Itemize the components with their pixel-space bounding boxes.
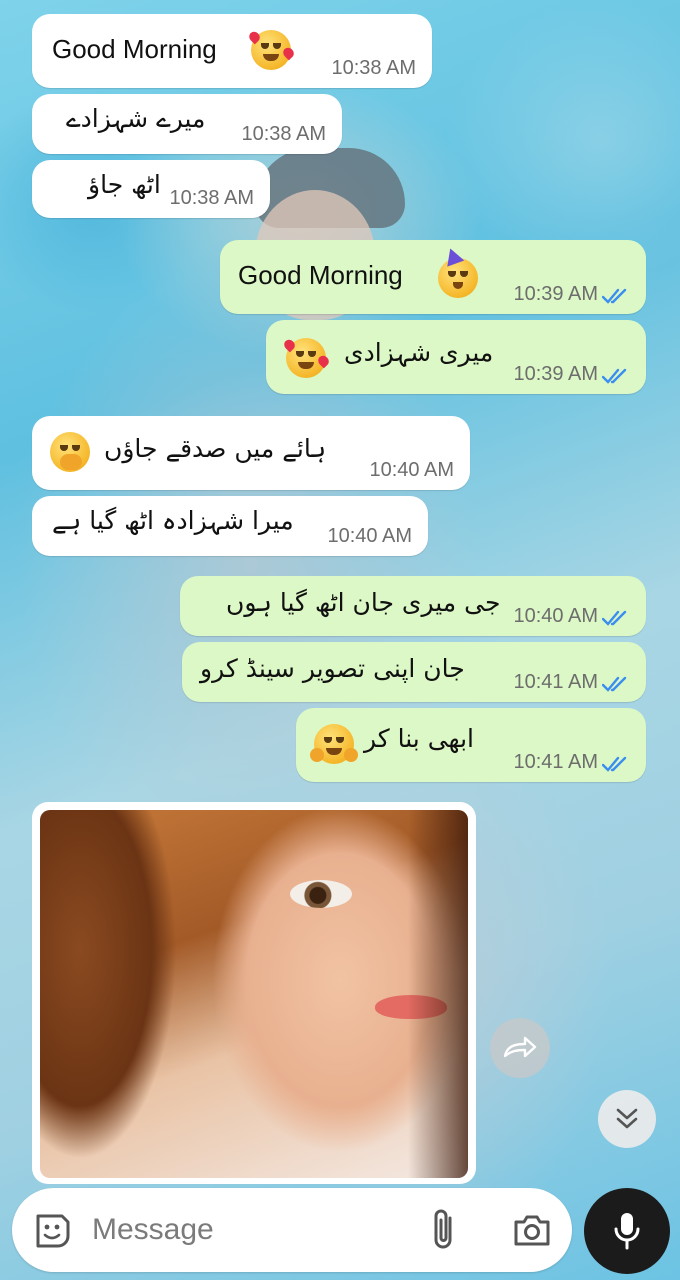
read-receipt-icon bbox=[602, 756, 627, 772]
message-incoming[interactable]: ہائے میں صدقے جاؤں 10:40 AM bbox=[32, 416, 470, 490]
message-text: ہائے میں صدقے جاؤں bbox=[104, 434, 327, 463]
microphone-icon bbox=[614, 1213, 640, 1250]
message-text: جی میری جان اٹھ گیا ہوں bbox=[226, 588, 501, 617]
read-receipt-icon bbox=[602, 676, 627, 692]
read-receipt-icon bbox=[602, 610, 627, 626]
photo[interactable] bbox=[40, 810, 468, 1178]
scroll-to-bottom-button[interactable] bbox=[598, 1090, 656, 1148]
message-time: 10:38 AM bbox=[331, 57, 416, 79]
read-receipt-icon bbox=[602, 288, 627, 304]
message-outgoing[interactable]: میری شہزادی 10:39 AM bbox=[266, 320, 646, 394]
hugging-face-icon bbox=[310, 724, 358, 764]
message-incoming[interactable]: میرے شہزادے 10:38 AM bbox=[32, 94, 342, 154]
message-time: 10:41 AM bbox=[513, 751, 598, 773]
message-text: ابھی بنا کر bbox=[364, 724, 474, 753]
message-outgoing[interactable]: Good Morning 10:39 AM bbox=[220, 240, 646, 314]
smiling-face-with-hearts-icon bbox=[282, 337, 331, 378]
message-outgoing[interactable]: ابھی بنا کر 10:41 AM bbox=[296, 708, 646, 782]
message-text: Good Morning bbox=[238, 260, 403, 290]
message-time: 10:38 AM bbox=[241, 123, 326, 145]
message-text: میرے شہزادے bbox=[66, 104, 206, 133]
message-time: 10:38 AM bbox=[169, 187, 254, 209]
partying-face-icon bbox=[438, 245, 478, 298]
message-incoming[interactable]: Good Morning 10:38 AM bbox=[32, 14, 432, 88]
message-input[interactable] bbox=[92, 1206, 392, 1254]
message-time: 10:39 AM bbox=[513, 283, 598, 305]
message-list[interactable]: Good Morning 10:38 AM میرے شہزادے 10:38 … bbox=[0, 0, 680, 1280]
message-text: اٹھ جاؤ bbox=[88, 170, 161, 199]
message-incoming-image[interactable] bbox=[32, 802, 476, 1184]
message-time: 10:40 AM bbox=[327, 525, 412, 547]
paperclip-icon[interactable] bbox=[426, 1208, 460, 1252]
forward-button[interactable] bbox=[490, 1018, 550, 1078]
message-text: Good Morning bbox=[52, 34, 217, 64]
message-incoming[interactable]: اٹھ جاؤ 10:38 AM bbox=[32, 160, 270, 218]
face-with-hand-over-mouth-icon bbox=[50, 432, 90, 472]
message-outgoing[interactable]: جان اپنی تصویر سینڈ کرو 10:41 AM bbox=[182, 642, 646, 702]
read-receipt-icon bbox=[602, 368, 627, 384]
message-time: 10:40 AM bbox=[369, 459, 454, 481]
message-text: جان اپنی تصویر سینڈ کرو bbox=[200, 654, 465, 683]
message-time: 10:41 AM bbox=[513, 671, 598, 693]
voice-record-button[interactable] bbox=[584, 1188, 670, 1274]
message-time: 10:39 AM bbox=[513, 363, 598, 385]
double-chevron-down-icon bbox=[616, 1108, 638, 1129]
forward-icon bbox=[503, 1036, 537, 1058]
message-time: 10:40 AM bbox=[513, 605, 598, 627]
message-text: میرا شہزادہ اٹھ گیا ہے bbox=[52, 506, 294, 535]
sticker-icon[interactable] bbox=[32, 1210, 72, 1250]
message-outgoing[interactable]: جی میری جان اٹھ گیا ہوں 10:40 AM bbox=[180, 576, 646, 636]
message-incoming[interactable]: میرا شہزادہ اٹھ گیا ہے 10:40 AM bbox=[32, 496, 428, 556]
message-text: میری شہزادی bbox=[344, 338, 494, 367]
camera-icon[interactable] bbox=[512, 1212, 552, 1248]
smiling-face-with-hearts-icon bbox=[247, 29, 296, 70]
message-composer bbox=[12, 1188, 572, 1272]
